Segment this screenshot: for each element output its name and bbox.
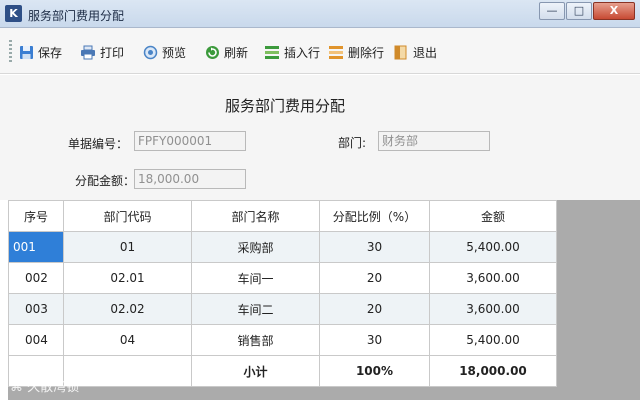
insert-row-button[interactable]: 插入行: [264, 42, 320, 62]
dept-code-cell[interactable]: 04: [63, 324, 192, 356]
toolbar-grip-icon[interactable]: [9, 40, 12, 62]
amount-label: 分配金额：: [75, 174, 136, 188]
refresh-button[interactable]: 刷新: [204, 42, 248, 62]
app-logo-icon: K: [5, 5, 22, 22]
dept-label: 部门:: [338, 136, 367, 150]
delete-row-icon: [328, 44, 344, 60]
empty-cell: [63, 355, 192, 387]
watermark: ⌘ 久散湾锁: [10, 380, 80, 395]
amount-cell[interactable]: 5,400.00: [429, 231, 557, 263]
insert-row-icon: [264, 44, 280, 60]
delete-row-label: 删除行: [348, 45, 385, 60]
save-label: 保存: [38, 45, 63, 60]
dept-name-cell[interactable]: 车间二: [191, 293, 320, 325]
seq-cell[interactable]: 002: [8, 262, 64, 294]
dept-name-cell[interactable]: 采购部: [191, 231, 320, 263]
doc-no-field[interactable]: FPFY000001: [134, 131, 246, 151]
column-header[interactable]: 分配比例（%）: [319, 200, 430, 232]
exit-icon: [393, 44, 409, 60]
window-controls: — □ X: [538, 2, 635, 20]
exit-label: 退出: [413, 45, 438, 60]
amount-cell[interactable]: 5,400.00: [429, 324, 557, 356]
subtotal-ratio: 100%: [319, 355, 430, 387]
subtotal-row: 小计 100% 18,000.00: [8, 355, 557, 387]
delete-row-button[interactable]: 删除行: [328, 42, 384, 62]
table-row[interactable]: 004 04 销售部 30 5,400.00: [8, 324, 557, 356]
subtotal-amount: 18,000.00: [429, 355, 557, 387]
toolbar: 保存 打印 预览 刷新 插入行 删除行 退出: [0, 28, 640, 74]
form-panel: 服务部门费用分配 单据编号： FPFY000001 部门: 财务部 分配金额： …: [0, 75, 640, 200]
seq-cell[interactable]: 001: [8, 231, 64, 263]
print-button[interactable]: 打印: [80, 42, 124, 62]
print-label: 打印: [100, 45, 125, 60]
amount-cell[interactable]: 3,600.00: [429, 262, 557, 294]
column-header[interactable]: 序号: [8, 200, 64, 232]
preview-label: 预览: [162, 45, 187, 60]
exit-button[interactable]: 退出: [393, 42, 437, 62]
ratio-cell[interactable]: 30: [319, 231, 430, 263]
print-icon: [80, 44, 96, 60]
dept-name-cell[interactable]: 销售部: [191, 324, 320, 356]
table-row[interactable]: 001 01 采购部 30 5,400.00: [8, 231, 557, 263]
maximize-button[interactable]: □: [566, 2, 592, 20]
table-row[interactable]: 002 02.01 车间一 20 3,600.00: [8, 262, 557, 294]
preview-icon: [142, 44, 158, 60]
amount-cell[interactable]: 3,600.00: [429, 293, 557, 325]
window-title: 服务部门费用分配: [28, 9, 125, 23]
seq-cell[interactable]: 004: [8, 324, 64, 356]
column-header[interactable]: 部门名称: [191, 200, 320, 232]
refresh-label: 刷新: [224, 45, 249, 60]
insert-row-label: 插入行: [284, 45, 321, 60]
column-header[interactable]: 金额: [429, 200, 557, 232]
dept-name-cell[interactable]: 车间一: [191, 262, 320, 294]
subtotal-label: 小计: [191, 355, 320, 387]
ratio-cell[interactable]: 20: [319, 293, 430, 325]
save-button[interactable]: 保存: [18, 42, 62, 62]
column-header[interactable]: 部门代码: [63, 200, 192, 232]
amount-field[interactable]: 18,000.00: [134, 169, 246, 189]
allocation-grid: 序号 部门代码 部门名称 分配比例（%） 金额 001 01 采购部 30 5,…: [8, 200, 557, 387]
ratio-cell[interactable]: 20: [319, 262, 430, 294]
form-title: 服务部门费用分配: [224, 97, 345, 115]
window-title-bar[interactable]: K 服务部门费用分配 — □ X: [0, 0, 640, 28]
seq-cell[interactable]: 003: [8, 293, 64, 325]
dept-code-cell[interactable]: 02.02: [63, 293, 192, 325]
dept-code-cell[interactable]: 02.01: [63, 262, 192, 294]
dept-code-cell[interactable]: 01: [63, 231, 192, 263]
close-button[interactable]: X: [593, 2, 635, 20]
save-icon: [18, 44, 34, 60]
doc-no-label: 单据编号：: [68, 137, 129, 151]
table-row[interactable]: 003 02.02 车间二 20 3,600.00: [8, 293, 557, 325]
grid-header-row: 序号 部门代码 部门名称 分配比例（%） 金额: [8, 200, 557, 232]
dept-field[interactable]: 财务部: [378, 131, 490, 151]
ratio-cell[interactable]: 30: [319, 324, 430, 356]
preview-button[interactable]: 预览: [142, 42, 186, 62]
refresh-icon: [204, 44, 220, 60]
minimize-button[interactable]: —: [539, 2, 565, 20]
